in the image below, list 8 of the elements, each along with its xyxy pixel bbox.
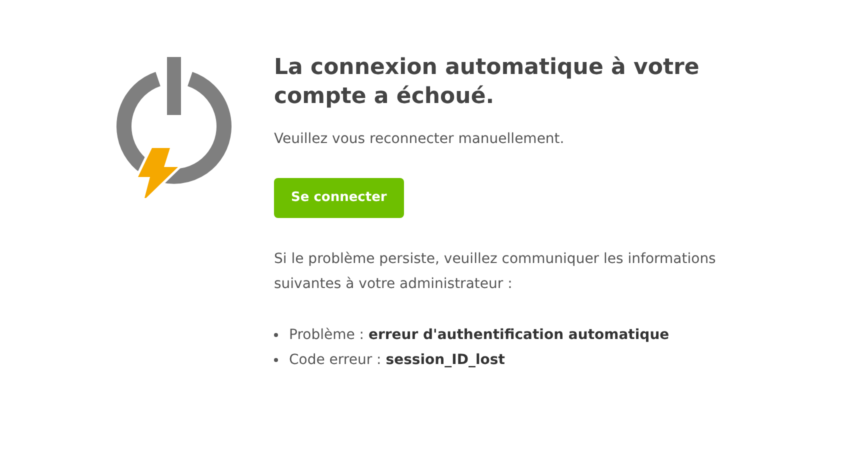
login-button[interactable]: Se connecter — [274, 178, 404, 218]
bullet-icon — [274, 358, 278, 362]
help-text: Si le problème persiste, veuillez communiquer les informations suivantes à votre administrateur : — [274, 250, 717, 294]
page-title: La connexion automatique à votre compte a échoué. — [274, 54, 700, 111]
detail-text: Code erreur : session_ID_lost — [289, 350, 505, 370]
detail-text: Problème : erreur d'authentification automatique — [289, 326, 670, 346]
bullet-icon — [274, 333, 278, 338]
message-text: Veuillez vous reconnecter manuellement. — [274, 130, 566, 150]
